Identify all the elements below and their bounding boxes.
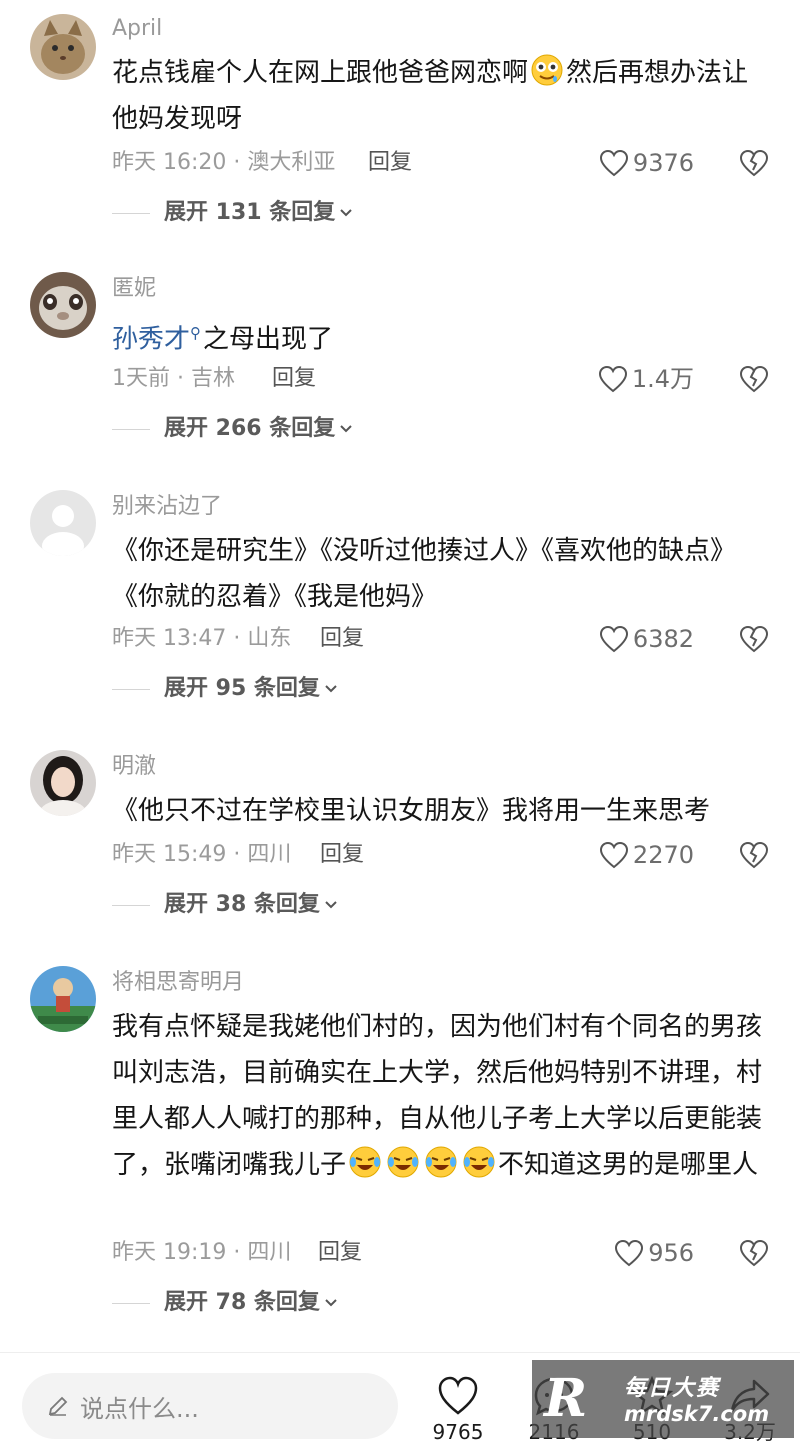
search-icon[interactable]: ⚲ bbox=[190, 324, 201, 342]
comment-meta: 昨天 16:20 · 澳大利亚 bbox=[112, 150, 336, 175]
comment-text: 花点钱雇个人在网上跟他爸爸网恋啊 然后再想办法让他妈发现呀 bbox=[112, 50, 772, 142]
expand-label: 展开 38 条回复 bbox=[164, 892, 320, 917]
chevron-down-icon bbox=[340, 209, 352, 217]
divider bbox=[112, 212, 150, 214]
comment-meta: 昨天 15:49 · 四川 bbox=[112, 842, 292, 867]
comment-text-part: 之母出现了 bbox=[203, 324, 334, 355]
watermark-logo: R bbox=[544, 1368, 588, 1429]
username[interactable]: 将相思寄明月 bbox=[112, 968, 244, 998]
comment-text-part: 花点钱雇个人在网上跟他爸爸网恋啊 bbox=[112, 58, 529, 88]
like-count: 9376 bbox=[632, 149, 694, 177]
broken-heart-icon[interactable] bbox=[738, 148, 770, 178]
expand-label: 展开 131 条回复 bbox=[164, 200, 336, 225]
heart-icon bbox=[599, 149, 628, 177]
comment-text: 《你还是研究生》《没听过他揍过人》《喜欢他的缺点》《你就的忍着》《我是他妈》 bbox=[112, 536, 737, 612]
mention-link[interactable]: 孙秀才 bbox=[112, 325, 190, 355]
avatar[interactable] bbox=[30, 14, 96, 80]
like-button[interactable]: 1.4万 bbox=[598, 364, 694, 394]
laughing-crying-emoji bbox=[348, 1145, 382, 1179]
like-count: 956 bbox=[648, 1239, 694, 1267]
username[interactable]: 匿妮 bbox=[112, 274, 156, 304]
drooling-face-emoji bbox=[530, 53, 564, 87]
watermark: R 每日大赛 mrdsk7.com bbox=[532, 1360, 794, 1438]
comment-text-part: 不知道这男的是哪里人 bbox=[498, 1150, 759, 1180]
divider bbox=[112, 428, 150, 430]
expand-label: 展开 266 条回复 bbox=[164, 416, 336, 441]
broken-heart-icon[interactable] bbox=[738, 624, 770, 654]
watermark-name: 每日大赛 bbox=[624, 1376, 721, 1401]
reply-button[interactable]: 回复 bbox=[318, 1238, 362, 1268]
comment-text: 孙秀才⚲之母出现了 bbox=[112, 310, 772, 363]
expand-replies-button[interactable]: 展开 38 条回复 bbox=[112, 890, 338, 920]
comment-meta: 昨天 19:19 · 四川 bbox=[112, 1240, 292, 1265]
heart-icon bbox=[615, 1239, 644, 1267]
comment-text: 我有点怀疑是我姥他们村的，因为他们村有个同名的男孩叫刘志浩，目前确实在上大学，然… bbox=[112, 1004, 772, 1188]
input-placeholder: 说点什么... bbox=[80, 1394, 199, 1423]
chevron-down-icon bbox=[325, 901, 337, 909]
like-button[interactable]: 956 bbox=[614, 1238, 694, 1268]
username[interactable]: April bbox=[112, 14, 162, 44]
avatar[interactable] bbox=[30, 490, 96, 556]
comment-text: 《他只不过在学校里认识女朋友》我将用一生来思考 bbox=[112, 796, 711, 826]
chevron-down-icon bbox=[340, 425, 352, 433]
divider bbox=[112, 688, 150, 690]
heart-icon bbox=[599, 841, 628, 869]
chevron-down-icon bbox=[325, 1299, 337, 1307]
broken-heart-icon[interactable] bbox=[738, 1238, 770, 1268]
like-button[interactable]: 9376 bbox=[599, 148, 694, 178]
reply-button[interactable]: 回复 bbox=[320, 624, 364, 654]
like-button[interactable]: 6382 bbox=[599, 624, 694, 654]
laughing-crying-emoji bbox=[462, 1145, 496, 1179]
divider bbox=[112, 904, 150, 906]
laughing-crying-emoji bbox=[386, 1145, 420, 1179]
like-count: 2270 bbox=[632, 841, 694, 869]
reply-button[interactable]: 回复 bbox=[368, 148, 412, 178]
expand-label: 展开 78 条回复 bbox=[164, 1290, 320, 1315]
heart-icon bbox=[598, 365, 627, 393]
laughing-crying-emoji bbox=[424, 1145, 458, 1179]
expand-replies-button[interactable]: 展开 266 条回复 bbox=[112, 414, 353, 444]
expand-label: 展开 95 条回复 bbox=[164, 676, 320, 701]
like-count: 1.4万 bbox=[631, 365, 694, 393]
reply-button[interactable]: 回复 bbox=[320, 840, 364, 870]
like-button[interactable]: 2270 bbox=[599, 840, 694, 870]
comment-meta: 1天前 · 吉林 bbox=[112, 366, 235, 391]
username[interactable]: 别来沾边了 bbox=[112, 492, 222, 522]
expand-replies-button[interactable]: 展开 95 条回复 bbox=[112, 674, 338, 704]
heart-icon bbox=[438, 1376, 478, 1415]
expand-replies-button[interactable]: 展开 131 条回复 bbox=[112, 198, 353, 228]
divider bbox=[112, 1302, 150, 1304]
like-total: 9765 bbox=[432, 1420, 484, 1444]
reply-button[interactable]: 回复 bbox=[272, 364, 316, 394]
avatar[interactable] bbox=[30, 750, 96, 816]
username[interactable]: 明澈 bbox=[112, 752, 156, 782]
avatar[interactable] bbox=[30, 272, 96, 338]
like-action-button[interactable]: 9765 bbox=[418, 1375, 498, 1445]
broken-heart-icon[interactable] bbox=[738, 840, 770, 870]
watermark-url: mrdsk7.com bbox=[624, 1402, 770, 1426]
expand-replies-button[interactable]: 展开 78 条回复 bbox=[112, 1288, 338, 1318]
pencil-icon bbox=[48, 1396, 68, 1416]
comment-input[interactable]: 说点什么... bbox=[22, 1373, 398, 1439]
chevron-down-icon bbox=[325, 685, 337, 693]
like-count: 6382 bbox=[632, 625, 694, 653]
heart-icon bbox=[599, 625, 628, 653]
broken-heart-icon[interactable] bbox=[738, 364, 770, 394]
avatar[interactable] bbox=[30, 966, 96, 1032]
comment-meta: 昨天 13:47 · 山东 bbox=[112, 626, 292, 651]
